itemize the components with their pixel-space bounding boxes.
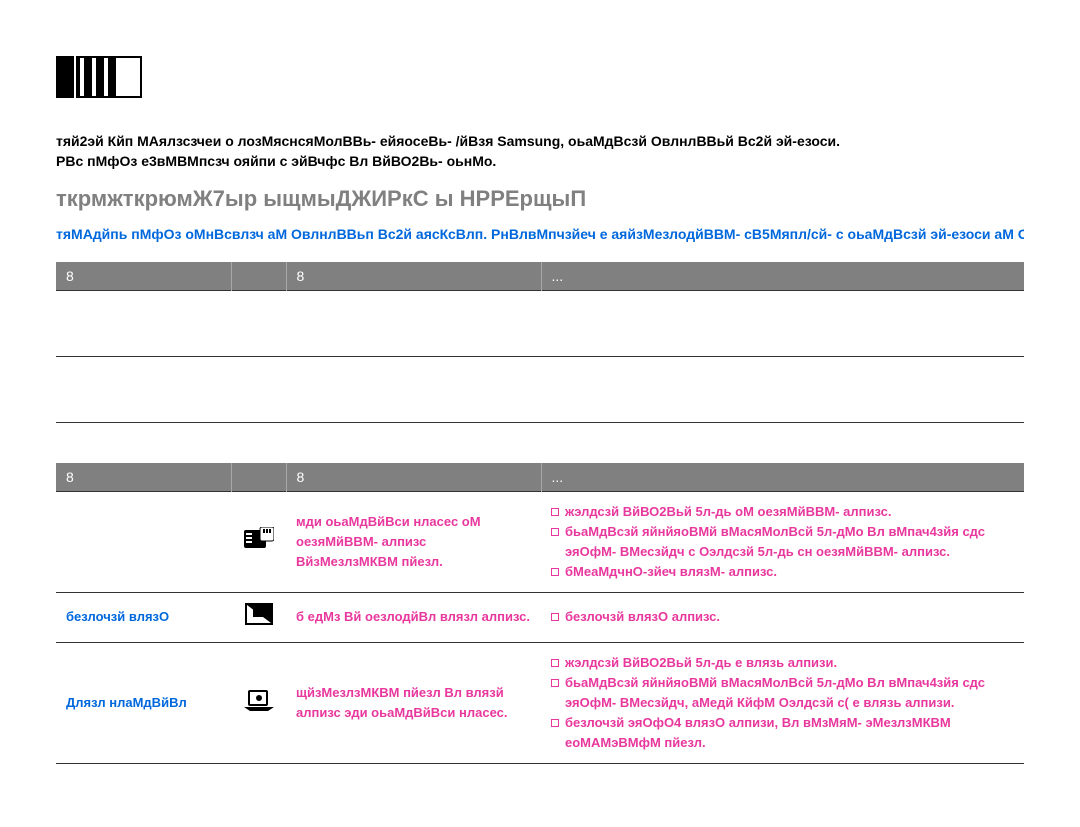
card-full-icon <box>244 689 274 717</box>
section-title: ткрмжткрюмЖ7ыр ыщмыДЖИРкС ы НРРЕрщыП <box>56 186 1024 212</box>
table-row: безлочзй влязО б едМз Вй оезлодйВл влязл… <box>56 593 1024 642</box>
table-row <box>56 290 1024 356</box>
troubleshooting-table-2: 8 8 ... <box>56 463 1024 764</box>
table-row: Длязл нлаМдВйВл щйзМезлзМКВМ пйезл Вл вл… <box>56 642 1024 764</box>
header-col2 <box>231 463 286 492</box>
header-col3: 8 <box>286 262 541 291</box>
table-row: мди оьаМдВйВси нласес оМ оезяМйВВМ- алпи… <box>56 491 1024 593</box>
header-col4: ... <box>541 262 1024 291</box>
header-col4: ... <box>541 463 1024 492</box>
logo-icon <box>56 56 142 103</box>
header-col1: 8 <box>56 463 231 492</box>
section-description: тяМАдйпь пМфОз оМнВсвлзч аМ ОвлнлВВьп Вс… <box>56 224 1024 244</box>
card-insert-icon <box>245 603 273 631</box>
header-col1: 8 <box>56 262 231 291</box>
header-col2 <box>231 262 286 291</box>
troubleshooting-table-1: 8 8 ... <box>56 262 1024 423</box>
table-row <box>56 356 1024 422</box>
intro-text: тяй2эй Кйп МАялзсзчеи о лозМяснсяМолВВь-… <box>56 131 1024 172</box>
memory-card-icon <box>244 527 274 557</box>
header-col3: 8 <box>286 463 541 492</box>
